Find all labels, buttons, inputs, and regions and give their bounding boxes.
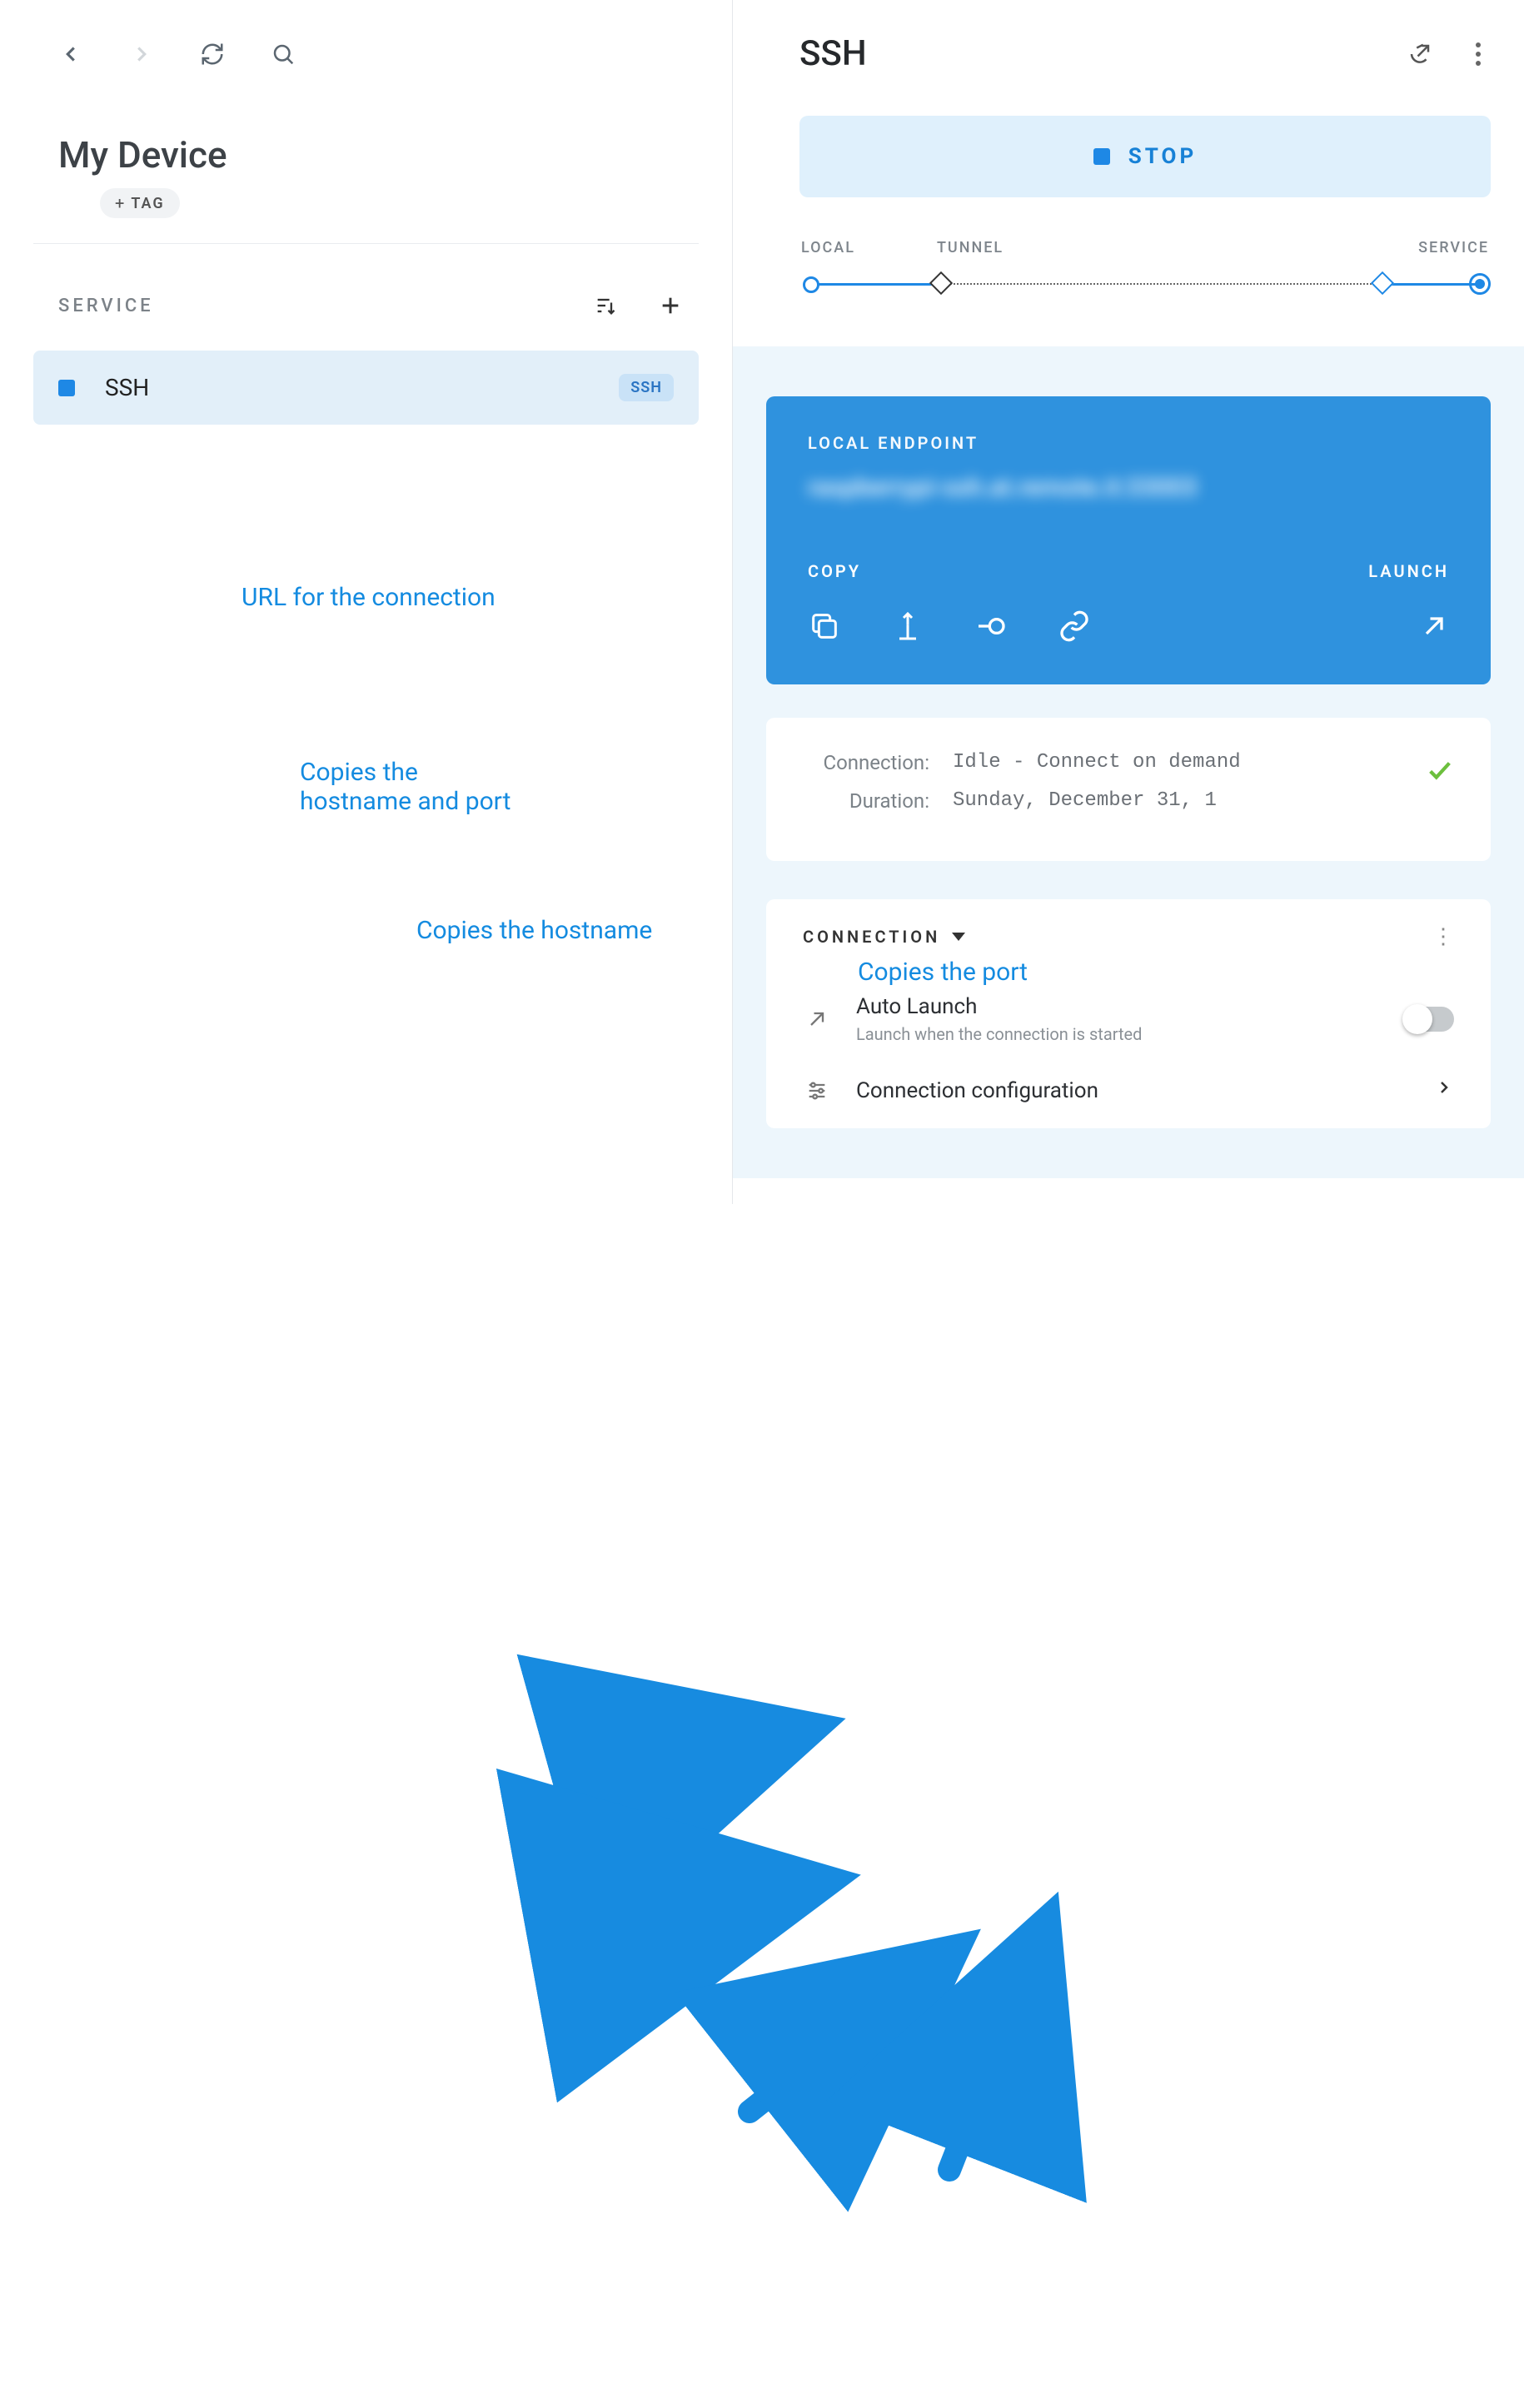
plus-icon: + [115,193,126,213]
divider [33,243,699,244]
nav-icons [33,17,699,100]
service-heading: SERVICE [58,296,154,316]
connection-settings-card: CONNECTION ⋮ Auto Launch Launch when the… [766,899,1491,1128]
chevron-right-icon [1434,1077,1454,1103]
device-title: My Device [33,100,699,188]
endpoint-card: LOCAL ENDPOINT raspberrypi-ssh.at.remote… [766,396,1491,684]
copy-link-icon[interactable] [1058,609,1091,643]
search-icon[interactable] [271,42,296,67]
stop-button[interactable]: STOP [799,116,1491,197]
auto-launch-row: Auto Launch Launch when the connection i… [803,978,1454,1061]
launch-icon[interactable] [1419,611,1449,641]
right-pane: SSH STOP LOCAL TUNNEL SERVICE [733,0,1524,1204]
launch-label: LAUNCH [1368,561,1449,581]
kebab-menu-icon[interactable] [1466,42,1491,67]
connection-key: Connection: [803,751,953,774]
timeline-node-tunnel-start [929,271,953,295]
duration-value: Sunday, December 31, 1 [953,789,1217,813]
auto-launch-subtitle: Launch when the connection is started [856,1024,1142,1044]
forward-icon [129,42,154,67]
right-header: SSH [799,33,1491,116]
check-icon [1426,756,1454,791]
timeline-local-label: LOCAL [801,239,855,256]
connection-timeline: LOCAL TUNNEL SERVICE [799,239,1491,321]
connection-kebab-icon[interactable]: ⋮ [1432,924,1454,949]
connection-section-heading[interactable]: CONNECTION [803,927,965,947]
connection-info-card: Connection: Idle - Connect on demand Dur… [766,718,1491,861]
endpoint-label: LOCAL ENDPOINT [808,433,1449,453]
auto-launch-title: Auto Launch [856,994,1142,1019]
timeline-tunnel-label: TUNNEL [937,239,1004,256]
timeline-service-label: SERVICE [1418,239,1489,256]
duration-key: Duration: [803,789,953,813]
service-row-ssh[interactable]: SSH SSH [33,351,699,425]
details-panel: LOCAL ENDPOINT raspberrypi-ssh.at.remote… [733,346,1524,1178]
tag-label: TAG [131,195,164,212]
endpoint-url: raspberrypi-ssh.at.remote.it:33003 [808,473,1449,503]
service-type-badge: SSH [619,374,674,401]
copy-hostname-icon[interactable] [891,609,924,643]
stop-icon [1093,148,1110,165]
status-indicator-icon [58,380,75,396]
add-service-icon[interactable] [659,294,682,317]
share-icon[interactable] [1407,42,1432,67]
connection-value: Idle - Connect on demand [953,751,1241,774]
sort-icon[interactable] [594,294,617,317]
stop-label: STOP [1128,144,1197,169]
add-tag-button[interactable]: + TAG [100,188,180,218]
timeline-node-local [803,276,819,293]
service-header: SERVICE [33,294,699,351]
copy-hostname-port-icon[interactable] [808,609,841,643]
page-title: SSH [799,33,867,74]
auto-launch-toggle[interactable] [1404,1007,1454,1032]
timeline-node-tunnel-end [1371,271,1394,295]
connection-config-title: Connection configuration [856,1078,1098,1103]
service-name: SSH [105,374,619,401]
sliders-icon [803,1079,831,1102]
left-pane: My Device + TAG SERVICE SSH SSH [0,0,733,1204]
copy-port-icon[interactable] [974,609,1008,643]
annotation-arrows [0,1204,1524,2408]
timeline-node-service [1469,273,1491,295]
refresh-icon[interactable] [200,42,225,67]
back-icon[interactable] [58,42,83,67]
copy-label: COPY [808,561,861,581]
connection-config-row[interactable]: Connection configuration [803,1061,1454,1120]
chevron-down-icon [952,933,965,941]
arrow-up-right-icon [803,1007,831,1031]
